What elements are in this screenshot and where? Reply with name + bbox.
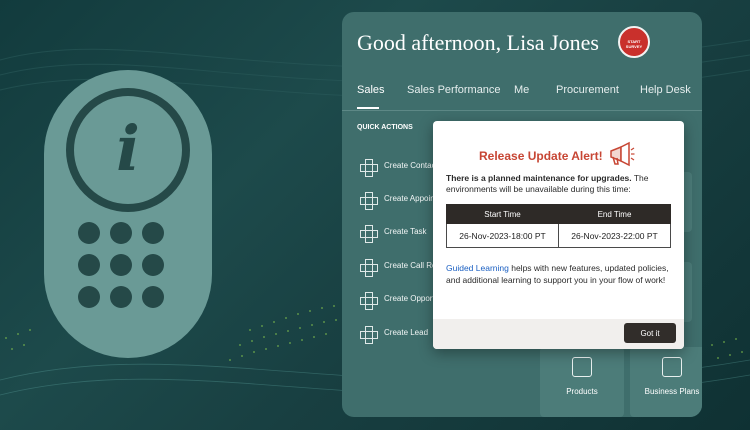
- key-dot: [78, 254, 100, 276]
- plus-icon: [360, 159, 378, 177]
- plus-icon: [360, 292, 378, 310]
- plus-icon: [360, 259, 378, 277]
- quick-actions-title: QUICK ACTIONS: [357, 124, 413, 131]
- table-row: 26-Nov-2023-18:00 PT 26-Nov-2023-22:00 P…: [446, 223, 671, 248]
- tab-sales-performance[interactable]: Sales Performance: [407, 84, 501, 96]
- key-dot: [110, 254, 132, 276]
- tab-me[interactable]: Me: [514, 84, 529, 96]
- maintenance-message: There is a planned maintenance for upgra…: [446, 173, 649, 194]
- page-title: Good afternoon, Lisa Jones: [357, 30, 599, 55]
- key-dot: [142, 286, 164, 308]
- tab-sales[interactable]: Sales: [357, 84, 385, 96]
- table-header-start-time: Start Time: [446, 204, 559, 224]
- guided-learning-message: Guided Learning helps with new features,…: [446, 263, 669, 285]
- table-header-end-time: End Time: [558, 204, 671, 224]
- tab-divider: [342, 110, 702, 111]
- key-dot: [110, 222, 132, 244]
- dialog-title: Release Update Alert!: [479, 149, 603, 163]
- release-update-dialog: Release Update Alert! There is a planned…: [433, 121, 684, 349]
- end-time-cell: 26-Nov-2023-22:00 PT: [558, 223, 671, 248]
- plus-icon: [360, 225, 378, 243]
- tab-procurement[interactable]: Procurement: [556, 84, 619, 96]
- phone-illustration: i: [44, 70, 212, 358]
- key-dot: [142, 222, 164, 244]
- plus-icon: [360, 192, 378, 210]
- maintenance-schedule-table: Start Time End Time 26-Nov-2023-18:00 PT…: [446, 204, 671, 248]
- megaphone-icon: [610, 141, 635, 167]
- start-survey-button[interactable]: START SURVEY: [618, 26, 650, 58]
- tile-products[interactable]: Products: [540, 347, 624, 417]
- key-dot: [110, 286, 132, 308]
- briefcase-icon: [662, 357, 682, 377]
- info-icon: i: [66, 88, 190, 212]
- dialog-footer: Got it: [433, 319, 684, 349]
- plus-icon: [360, 326, 378, 344]
- tile-business-plans[interactable]: Business Plans: [630, 347, 702, 417]
- got-it-button[interactable]: Got it: [624, 323, 676, 343]
- key-dot: [78, 222, 100, 244]
- tab-bar: Sales Sales Performance Me Procurement H…: [357, 84, 702, 108]
- start-time-cell: 26-Nov-2023-18:00 PT: [446, 223, 559, 248]
- tab-help-desk[interactable]: Help Desk: [640, 84, 691, 96]
- key-dot: [142, 254, 164, 276]
- phone-icon: [572, 357, 592, 377]
- key-dot: [78, 286, 100, 308]
- active-tab-indicator: [357, 107, 379, 109]
- guided-learning-link[interactable]: Guided Learning: [446, 263, 509, 273]
